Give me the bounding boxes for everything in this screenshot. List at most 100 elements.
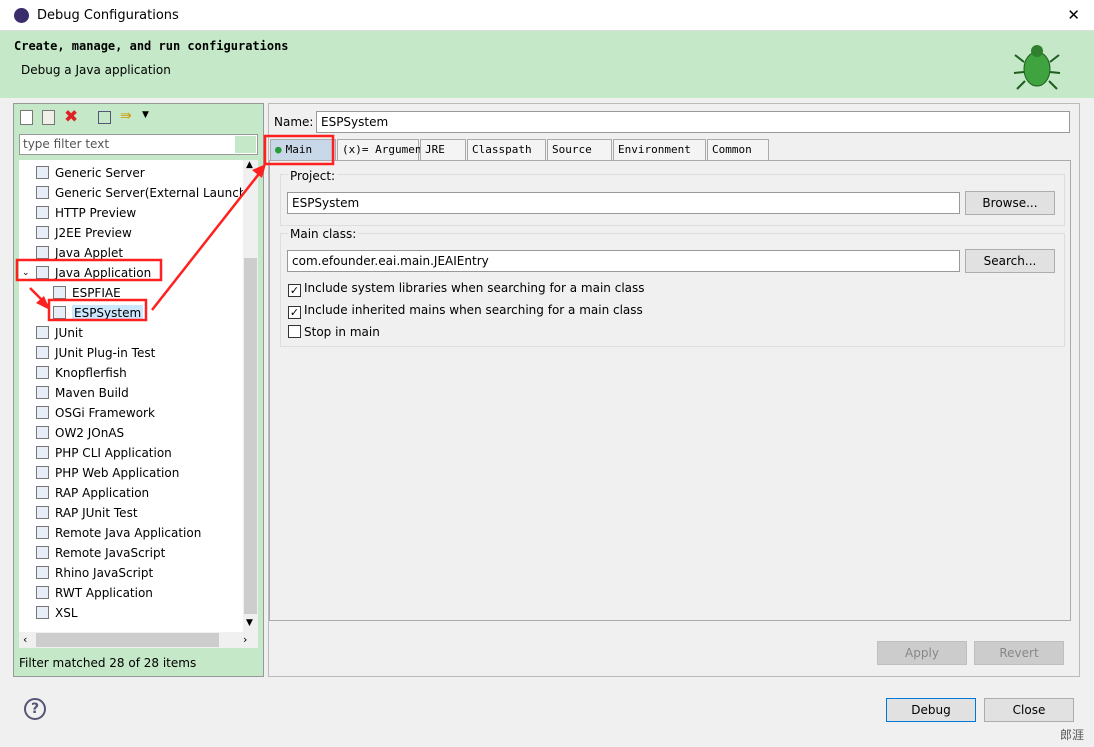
- tree-item[interactable]: PHP CLI Application: [36, 443, 172, 463]
- tree-item-label: Java Application: [55, 266, 152, 280]
- tree-item-label: HTTP Preview: [55, 206, 137, 220]
- name-label: Name:: [274, 115, 314, 129]
- project-label: Project:: [288, 169, 338, 183]
- chevron-down-icon[interactable]: ⌄: [22, 263, 30, 283]
- search-button[interactable]: Search...: [965, 249, 1055, 273]
- filter-input[interactable]: type filter text: [19, 134, 258, 155]
- tree-item[interactable]: Maven Build: [36, 383, 129, 403]
- checkbox-option[interactable]: ✓ Include inherited mains when searching …: [288, 303, 643, 319]
- main-tab-icon: ●: [275, 143, 282, 156]
- tree-item-label: Remote JavaScript: [55, 546, 166, 560]
- server-icon: [36, 166, 49, 179]
- vertical-scrollbar[interactable]: ▲ ▼: [243, 160, 258, 632]
- checkbox[interactable]: [288, 325, 301, 338]
- tree-item-label: RWT Application: [55, 586, 153, 600]
- main-class-input[interactable]: com.efounder.eai.main.JEAIEntry: [287, 250, 960, 272]
- checkbox-option[interactable]: ✓ Include system libraries when searching…: [288, 281, 645, 297]
- scroll-right-icon[interactable]: ›: [243, 633, 247, 646]
- delete-icon[interactable]: ✖: [64, 107, 78, 127]
- php-icon: [36, 466, 49, 479]
- close-button[interactable]: Close: [984, 698, 1074, 722]
- debug-button[interactable]: Debug: [886, 698, 976, 722]
- tree-item-label: Knopflerfish: [55, 366, 127, 380]
- scroll-left-icon[interactable]: ‹: [23, 633, 27, 646]
- tree-item[interactable]: Generic Server(External Launch): [36, 183, 251, 203]
- tab-jre[interactable]: JRE: [420, 139, 466, 160]
- tree-item[interactable]: XSL: [36, 603, 78, 623]
- server-icon: [36, 226, 49, 239]
- checkbox[interactable]: ✓: [288, 306, 301, 319]
- junit-icon: [36, 346, 49, 359]
- tree-item[interactable]: JUnit: [36, 323, 83, 343]
- tree-item-label: Maven Build: [55, 386, 129, 400]
- tree-item[interactable]: J2EE Preview: [36, 223, 132, 243]
- tree-item[interactable]: ⌄ Java Application: [22, 263, 152, 283]
- menu-dropdown-icon[interactable]: ▼: [142, 110, 149, 120]
- help-icon[interactable]: ?: [24, 698, 46, 720]
- tree-item[interactable]: Knopflerfish: [36, 363, 127, 383]
- tree-item-label: Generic Server: [55, 166, 145, 180]
- horizontal-scrollbar[interactable]: ‹ ›: [19, 632, 258, 648]
- collapse-all-icon[interactable]: [98, 111, 111, 124]
- tree-item-label: RAP Application: [55, 486, 150, 500]
- duplicate-icon[interactable]: [42, 110, 55, 125]
- tab-main[interactable]: ● Main: [270, 139, 336, 160]
- tab-classpath[interactable]: Classpath: [467, 139, 546, 160]
- knopflerfish-icon: [36, 366, 49, 379]
- tab-label: Environment: [618, 143, 691, 156]
- tree-item-label: Rhino JavaScript: [55, 566, 154, 580]
- checkbox-option[interactable]: Stop in main: [288, 325, 380, 339]
- scroll-down-icon[interactable]: ▼: [246, 618, 253, 628]
- tree-item[interactable]: Rhino JavaScript: [36, 563, 153, 583]
- tree-item[interactable]: OW2 JOnAS: [36, 423, 124, 443]
- header-subtitle: Debug a Java application: [21, 63, 171, 77]
- configuration-panel: ✖ ⇛ ▼ type filter text Generic Server Gen…: [13, 103, 264, 677]
- xsl-icon: [36, 606, 49, 619]
- project-input[interactable]: ESPSystem: [287, 192, 960, 214]
- h-scroll-thumb[interactable]: [36, 633, 219, 647]
- tree-item[interactable]: PHP Web Application: [36, 463, 179, 483]
- tree-item[interactable]: RWT Application: [36, 583, 153, 603]
- java-app-icon: [36, 266, 49, 279]
- tree-item[interactable]: ESPFIAE: [53, 283, 121, 303]
- applet-icon: [36, 246, 49, 259]
- checkbox-label: Stop in main: [304, 325, 380, 339]
- tree-item[interactable]: Java Applet: [36, 243, 123, 263]
- browse-button[interactable]: Browse...: [965, 191, 1055, 215]
- apply-button[interactable]: Apply: [877, 641, 967, 665]
- tab-xarguments[interactable]: (x)= Arguments: [337, 139, 435, 160]
- osgi-icon: [36, 406, 49, 419]
- scroll-up-icon[interactable]: ▲: [246, 160, 253, 170]
- title-bar: Debug Configurations ✕: [0, 0, 1094, 31]
- new-configuration-icon[interactable]: [20, 110, 33, 125]
- tab-environment[interactable]: Environment: [613, 139, 706, 160]
- checkbox[interactable]: ✓: [288, 284, 301, 297]
- tab-source[interactable]: Source: [547, 139, 612, 160]
- filter-icon[interactable]: ⇛: [120, 108, 132, 124]
- configuration-tree[interactable]: Generic Server Generic Server(External La…: [19, 160, 258, 648]
- dialog-header: Create, manage, and run configurations D…: [0, 31, 1094, 98]
- tree-item-label: JUnit: [55, 326, 83, 340]
- tree-item[interactable]: OSGi Framework: [36, 403, 155, 423]
- tree-item[interactable]: ESPSystem: [53, 303, 144, 323]
- tree-item[interactable]: JUnit Plug-in Test: [36, 343, 155, 363]
- scroll-thumb[interactable]: [244, 258, 257, 614]
- name-input[interactable]: ESPSystem: [316, 111, 1070, 133]
- java-app-icon: [53, 306, 66, 319]
- javascript-icon: [36, 546, 49, 559]
- tree-item[interactable]: Remote JavaScript: [36, 543, 165, 563]
- window-title: Debug Configurations: [37, 8, 179, 23]
- rhino-icon: [36, 566, 49, 579]
- close-window-button[interactable]: ✕: [1067, 6, 1080, 24]
- tree-item[interactable]: Remote Java Application: [36, 523, 201, 543]
- tree-item[interactable]: Generic Server: [36, 163, 145, 183]
- java-app-icon: [53, 286, 66, 299]
- tab-common[interactable]: Common: [707, 139, 769, 160]
- tree-item[interactable]: RAP JUnit Test: [36, 503, 138, 523]
- revert-button[interactable]: Revert: [974, 641, 1064, 665]
- tree-item-label: OW2 JOnAS: [55, 426, 125, 440]
- bug-icon: [1013, 45, 1061, 90]
- tree-item-label: Remote Java Application: [55, 526, 202, 540]
- tree-item[interactable]: RAP Application: [36, 483, 149, 503]
- tree-item[interactable]: HTTP Preview: [36, 203, 136, 223]
